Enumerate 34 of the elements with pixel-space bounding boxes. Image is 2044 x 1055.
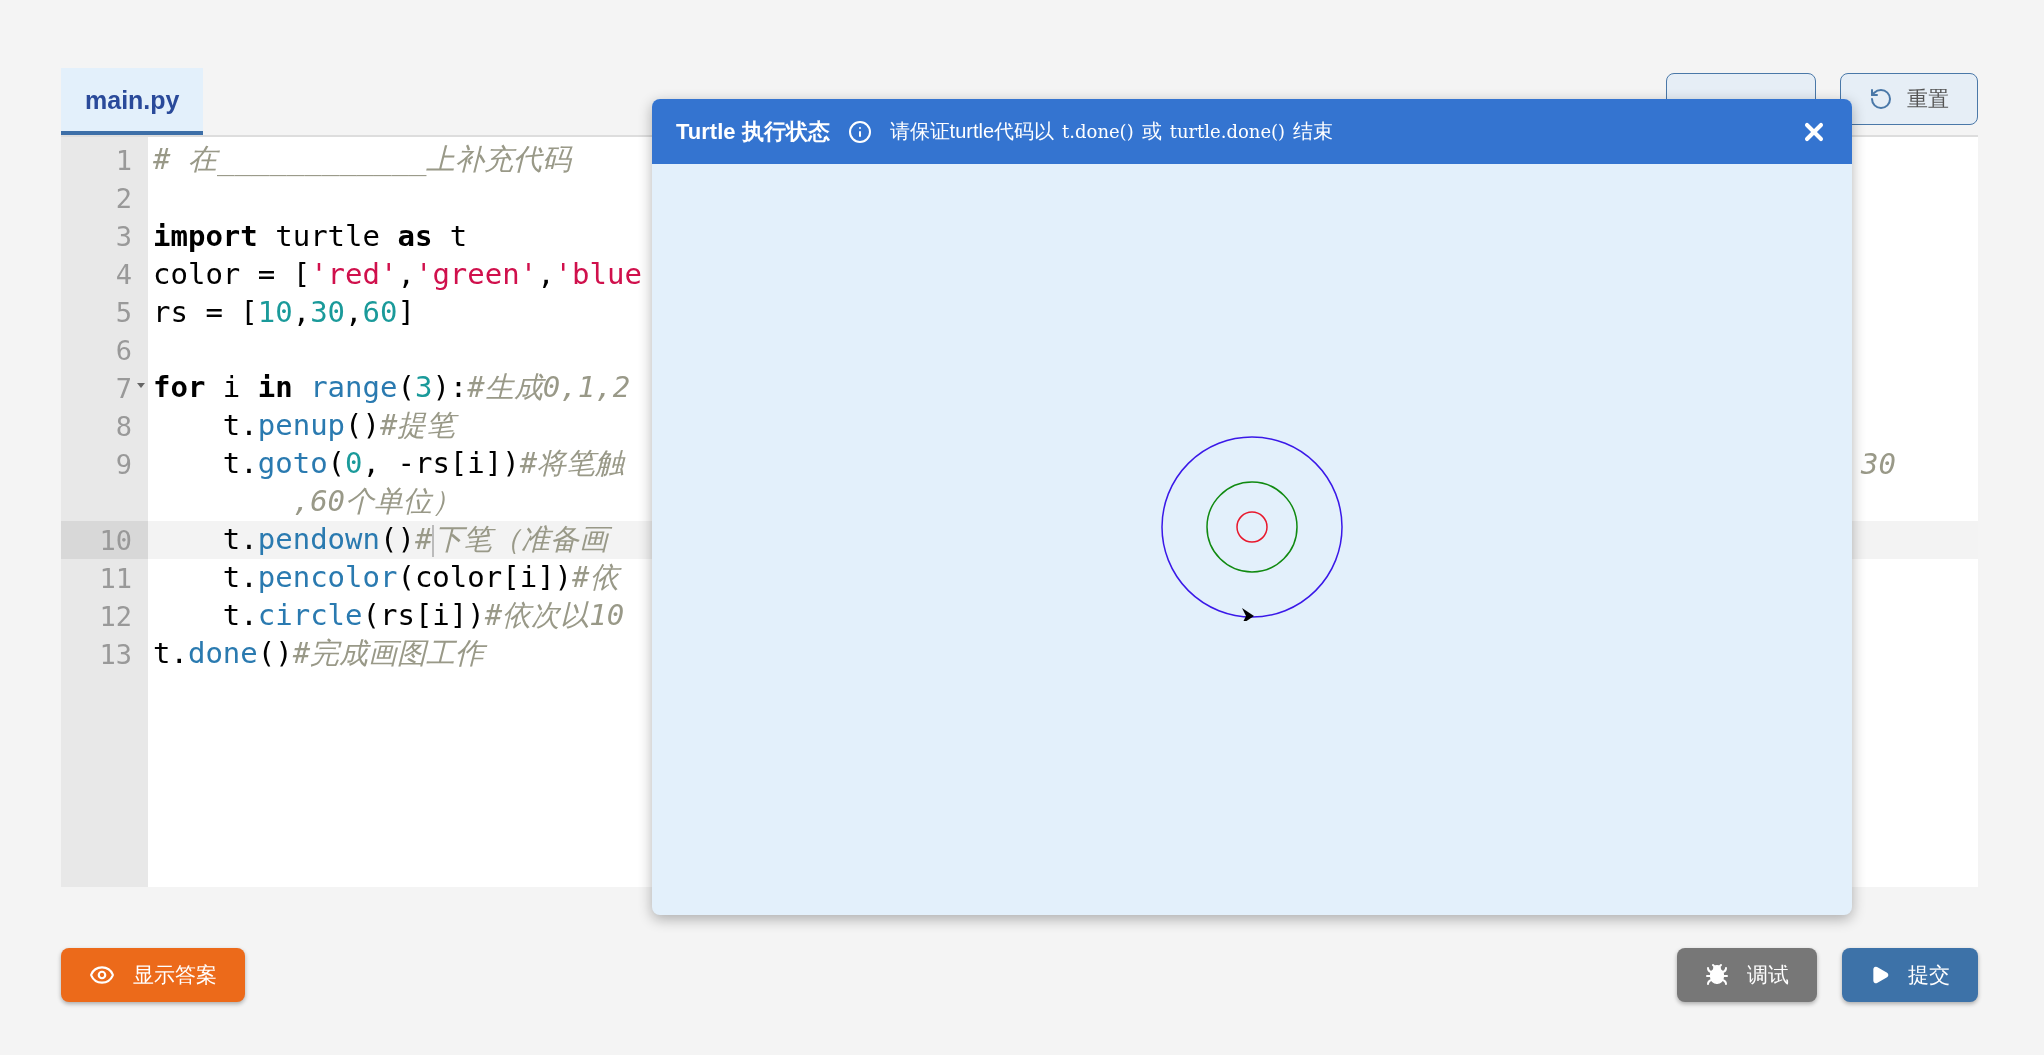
line-number: 7 <box>115 372 132 404</box>
line-number: 1 <box>115 144 132 176</box>
info-icon <box>847 119 872 144</box>
line-number: 4 <box>115 258 132 290</box>
dialog-title: Turtle 执行状态 <box>676 117 830 146</box>
dialog-message: 请保证turtle代码以 t.done() 或 turtle.done() 结束 <box>889 119 1334 144</box>
code-line: t.circle(rs[i])#依次以10 <box>221 597 625 634</box>
line-number: 9 <box>115 448 132 480</box>
code-line: import turtle as t <box>153 219 468 253</box>
file-tab[interactable]: main.py <box>61 68 204 135</box>
line-number: 6 <box>115 334 132 366</box>
line-number: 11 <box>99 562 132 594</box>
reset-icon <box>1869 86 1893 111</box>
code-line: color = ['red','green','blue <box>153 257 642 291</box>
show-answer-button[interactable]: 显示答案 <box>61 948 245 1002</box>
submit-button[interactable]: 提交 <box>1842 948 1978 1002</box>
code-comment: ,60个单位） <box>291 483 462 520</box>
bug-icon <box>1705 963 1729 987</box>
line-number: 3 <box>115 220 132 252</box>
code-comment: 30 <box>1861 447 1896 481</box>
line-number: 5 <box>115 296 132 328</box>
code-line: t.goto(0, -rs[i])#将笔触 <box>221 445 625 482</box>
line-number: 12 <box>99 600 132 632</box>
play-icon <box>1870 965 1890 985</box>
line-number: 10 <box>99 524 132 556</box>
code-line: # 在____________上补充代码 <box>153 141 572 179</box>
fold-icon[interactable] <box>137 383 145 389</box>
code-line: rs = [10,30,60] <box>153 295 415 329</box>
line-number: 2 <box>115 182 132 214</box>
line-number: 8 <box>115 410 132 442</box>
reset-button[interactable]: 重置 <box>1840 72 1978 125</box>
code-line: for i in range(3):#生成0,1,2 <box>153 369 631 406</box>
line-number: 13 <box>99 638 132 670</box>
debug-button[interactable]: 调试 <box>1677 948 1817 1002</box>
